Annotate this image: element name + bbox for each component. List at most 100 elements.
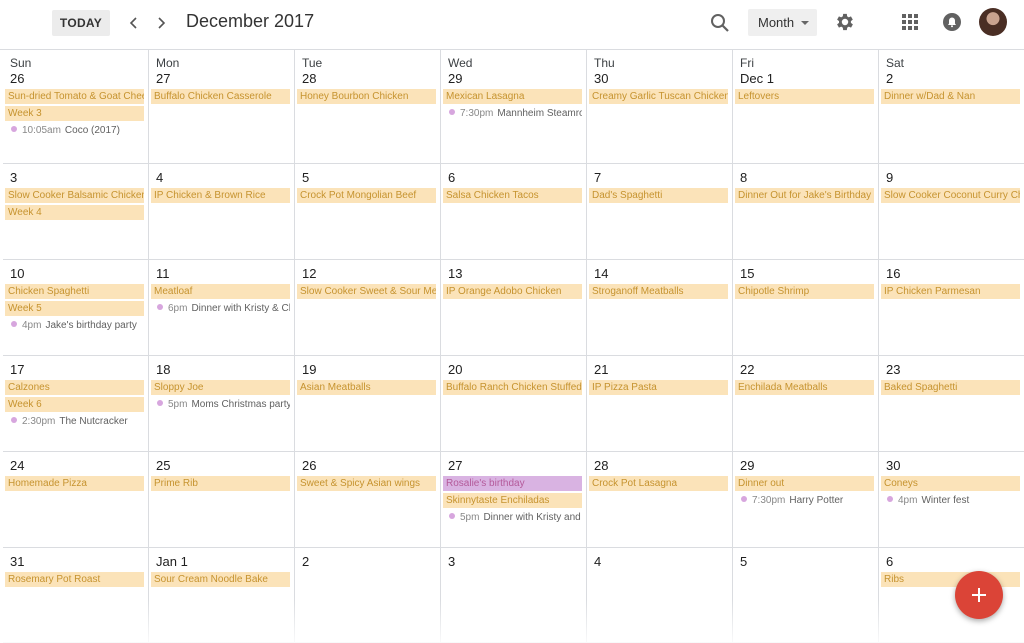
date-number[interactable]: 4	[587, 552, 732, 572]
date-number[interactable]: 22	[733, 360, 878, 380]
all-day-event[interactable]: Honey Bourbon Chicken	[297, 89, 436, 104]
day-cell[interactable]: 6 Salsa Chicken Tacos	[441, 164, 587, 260]
timed-event[interactable]: 5pm Moms Christmas party	[151, 397, 290, 412]
all-day-event[interactable]: IP Orange Adobo Chicken	[443, 284, 582, 299]
date-number[interactable]: 27	[441, 456, 586, 476]
day-cell[interactable]: 3	[441, 548, 587, 643]
day-cell[interactable]: 22 Enchilada Meatballs	[733, 356, 879, 452]
all-day-event[interactable]: Homemade Pizza	[5, 476, 144, 491]
day-cell[interactable]: 8 Dinner Out for Jake's Birthday	[733, 164, 879, 260]
day-cell[interactable]: Wed 29 Mexican Lasagna 7:30pm Mannheim Steam…	[441, 50, 587, 164]
all-day-event[interactable]: Week 6	[5, 397, 144, 412]
all-day-event[interactable]: Week 3	[5, 106, 144, 121]
date-number[interactable]: 10	[3, 264, 148, 284]
all-day-event[interactable]: Buffalo Ranch Chicken Stuffed Shells	[443, 380, 582, 395]
day-cell[interactable]: 29 Dinner out 7:30pm Harry Potter	[733, 452, 879, 548]
day-cell[interactable]: 19 Asian Meatballs	[295, 356, 441, 452]
view-select[interactable]: Month	[748, 9, 817, 36]
day-cell[interactable]: 27 Rosalie's birthday Skinnytaste Enchilad…	[441, 452, 587, 548]
day-cell[interactable]: 10 Chicken Spaghetti Week 5 4pm Jake's birth…	[3, 260, 149, 356]
date-number[interactable]: 27	[149, 69, 294, 89]
day-cell[interactable]: 26 Sweet & Spicy Asian wings	[295, 452, 441, 548]
day-cell[interactable]: 12Slow Cooker Sweet & Sour Meatballs	[295, 260, 441, 356]
all-day-event[interactable]: Sun-dried Tomato & Goat Cheese	[5, 89, 144, 104]
timed-event[interactable]: 7:30pmMannheim Steamroller	[443, 106, 582, 121]
day-cell[interactable]: 16 IP Chicken Parmesan	[879, 260, 1024, 356]
day-cell[interactable]: 7 Dad's Spaghetti	[587, 164, 733, 260]
day-cell[interactable]: Thu 30 Creamy Garlic Tuscan Chicken	[587, 50, 733, 164]
date-number[interactable]: 14	[587, 264, 732, 284]
timed-event[interactable]: 2:30pm The Nutcracker	[5, 414, 144, 429]
day-cell[interactable]: 11Meatloaf 6pmDinner with Kristy & Chris	[149, 260, 295, 356]
date-number[interactable]: 5	[295, 168, 440, 188]
day-cell[interactable]: 30 Coneys 4pm Winter fest	[879, 452, 1024, 548]
date-number[interactable]: 18	[149, 360, 294, 380]
day-cell[interactable]: 5	[733, 548, 879, 643]
date-number[interactable]: 16	[879, 264, 1024, 284]
day-cell[interactable]: 3 Slow Cooker Balsamic Chicken Week 4	[3, 164, 149, 260]
all-day-event[interactable]: Week 5	[5, 301, 144, 316]
date-number[interactable]: 26	[295, 456, 440, 476]
all-day-event[interactable]: Prime Rib	[151, 476, 290, 491]
day-cell[interactable]: Sat 2 Dinner w/Dad & Nan	[879, 50, 1024, 164]
day-cell[interactable]: 23 Baked Spaghetti	[879, 356, 1024, 452]
date-number[interactable]: 24	[3, 456, 148, 476]
date-number[interactable]: 3	[441, 552, 586, 572]
day-cell[interactable]: Jan 1 Sour Cream Noodle Bake	[149, 548, 295, 643]
all-day-event[interactable]: Baked Spaghetti	[881, 380, 1020, 395]
date-number[interactable]: 29	[733, 456, 878, 476]
timed-event[interactable]: 4pm Winter fest	[881, 493, 1020, 508]
all-day-event[interactable]: Sloppy Joe	[151, 380, 290, 395]
date-number[interactable]: 6	[441, 168, 586, 188]
day-cell[interactable]: 20Buffalo Ranch Chicken Stuffed Shells	[441, 356, 587, 452]
all-day-event[interactable]: Buffalo Chicken Casserole	[151, 89, 290, 104]
all-day-event[interactable]: Dinner out	[735, 476, 874, 491]
date-number[interactable]: 28	[587, 456, 732, 476]
date-number[interactable]: 12	[295, 264, 440, 284]
date-number[interactable]: 30	[879, 456, 1024, 476]
day-cell[interactable]: 24 Homemade Pizza	[3, 452, 149, 548]
date-number[interactable]: Dec 1	[733, 69, 878, 89]
settings-button[interactable]	[834, 11, 856, 33]
date-number[interactable]: 8	[733, 168, 878, 188]
date-number[interactable]: 20	[441, 360, 586, 380]
day-cell[interactable]: 31 Rosemary Pot Roast	[3, 548, 149, 643]
date-number[interactable]: 7	[587, 168, 732, 188]
create-event-button[interactable]	[955, 571, 1003, 619]
account-avatar[interactable]	[979, 8, 1007, 36]
all-day-event[interactable]: Chicken Spaghetti	[5, 284, 144, 299]
all-day-event[interactable]: Meatloaf	[151, 284, 290, 299]
date-number[interactable]: 6	[879, 552, 1024, 572]
date-number[interactable]: 11	[149, 264, 294, 284]
day-cell[interactable]: 4	[587, 548, 733, 643]
date-number[interactable]: 29	[441, 69, 586, 89]
day-cell[interactable]: 28 Crock Pot Lasagna	[587, 452, 733, 548]
date-number[interactable]: 26	[3, 69, 148, 89]
timed-event[interactable]: 7:30pm Harry Potter	[735, 493, 874, 508]
date-number[interactable]: 4	[149, 168, 294, 188]
all-day-event[interactable]: Sour Cream Noodle Bake	[151, 572, 290, 587]
all-day-event[interactable]: IP Chicken Parmesan	[881, 284, 1020, 299]
day-cell[interactable]: 5 Crock Pot Mongolian Beef	[295, 164, 441, 260]
all-day-event[interactable]: Skinnytaste Enchiladas	[443, 493, 582, 508]
date-number[interactable]: 31	[3, 552, 148, 572]
date-number[interactable]: 2	[295, 552, 440, 572]
all-day-event[interactable]: Week 4	[5, 205, 144, 220]
date-number[interactable]: 21	[587, 360, 732, 380]
all-day-event[interactable]: Asian Meatballs	[297, 380, 436, 395]
notifications-button[interactable]	[941, 11, 963, 33]
all-day-event[interactable]: Stroganoff Meatballs	[589, 284, 728, 299]
all-day-event[interactable]: Sweet & Spicy Asian wings	[297, 476, 436, 491]
all-day-event[interactable]: Dinner w/Dad & Nan	[881, 89, 1020, 104]
timed-event[interactable]: 6pmDinner with Kristy & Chris	[151, 301, 290, 316]
date-number[interactable]: 17	[3, 360, 148, 380]
all-day-event[interactable]: Crock Pot Lasagna	[589, 476, 728, 491]
all-day-event[interactable]: IP Pizza Pasta	[589, 380, 728, 395]
search-button[interactable]	[708, 11, 732, 35]
all-day-event[interactable]: Enchilada Meatballs	[735, 380, 874, 395]
previous-month-button[interactable]	[123, 12, 145, 34]
timed-event[interactable]: 10:05am Coco (2017)	[5, 123, 144, 138]
all-day-event[interactable]: Slow Cooker Coconut Curry Chicken	[881, 188, 1020, 203]
day-cell[interactable]: 14 Stroganoff Meatballs	[587, 260, 733, 356]
all-day-event[interactable]: Coneys	[881, 476, 1020, 491]
